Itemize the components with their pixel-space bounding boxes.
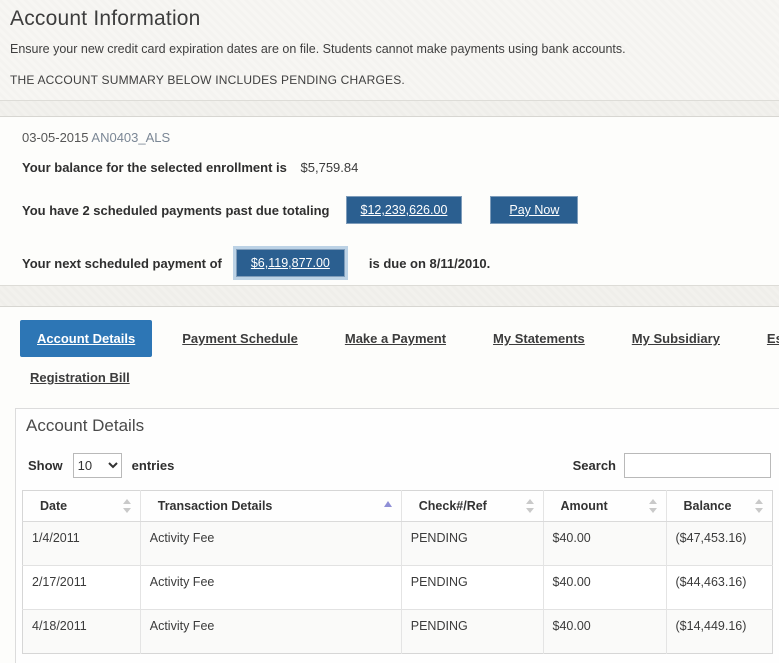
account-details-panel: Account Details Show 10 entries Search D…	[15, 408, 779, 663]
search-label: Search	[572, 458, 616, 473]
balance-line: Your balance for the selected enrollment…	[22, 160, 757, 175]
enrollment-date: 03-05-2015	[22, 130, 89, 145]
column-label: Amount	[560, 499, 608, 513]
past-due-label: You have 2 scheduled payments past due t…	[22, 202, 330, 218]
past-due-line: You have 2 scheduled payments past due t…	[22, 196, 757, 224]
next-payment-due-text: is due on 8/11/2010.	[368, 255, 491, 271]
cell-amount: $40.00	[542, 609, 666, 654]
column-label: Check#/Ref	[418, 499, 487, 513]
cell-transaction-details: Activity Fee	[139, 565, 402, 610]
pending-charges-note: THE ACCOUNT SUMMARY BELOW INCLUDES PENDI…	[10, 73, 405, 87]
tab-account-details[interactable]: Account Details	[20, 320, 153, 357]
enrollment-line: 03-05-2015 AN0403_ALS	[22, 130, 757, 145]
cell-balance: ($44,463.16)	[665, 565, 773, 610]
past-due-amount-button[interactable]: $12,239,626.00	[345, 196, 463, 224]
tab-bar: Account Details Payment Schedule Make a …	[0, 307, 779, 408]
column-label: Date	[40, 499, 68, 513]
cell-balance: ($47,453.16)	[665, 521, 773, 566]
cell-transaction-details: Activity Fee	[139, 521, 402, 566]
cell-balance: ($14,449.16)	[665, 609, 773, 654]
search-controls: Search	[573, 453, 771, 478]
sort-icon	[648, 498, 658, 514]
search-input[interactable]	[624, 453, 771, 478]
sort-icon	[122, 498, 132, 514]
cell-amount: $40.00	[542, 565, 666, 610]
page-title: Account Information	[10, 7, 201, 30]
page-header: Account Information Ensure your new cred…	[0, 0, 779, 100]
cell-amount: $40.00	[542, 521, 666, 566]
tab-estimated-tuition-discounts[interactable]: Estimated Tuition Discounts	[767, 320, 779, 357]
column-header-check-ref[interactable]: Check#/Ref	[400, 490, 543, 522]
balance-label: Your balance for the selected enrollment…	[22, 160, 287, 175]
cell-check-ref: PENDING	[400, 609, 543, 654]
column-header-date[interactable]: Date	[22, 490, 141, 522]
cell-date: 2/17/2011	[32, 575, 87, 589]
table-row[interactable]: 2/17/2011 Activity Fee PENDING $40.00 ($…	[22, 565, 773, 610]
page-length-select[interactable]: 10	[72, 453, 122, 478]
table-controls: Show 10 entries Search	[22, 453, 773, 478]
panel-heading: Account Details	[26, 416, 145, 435]
tab-my-subsidiary[interactable]: My Subsidiary	[632, 320, 720, 357]
column-label: Balance	[683, 499, 732, 513]
cell-check-ref: PENDING	[400, 521, 543, 566]
table-header-row: Date Transaction Details Check#/Ref Amou…	[22, 490, 773, 522]
next-payment-line: Your next scheduled payment of $6,119,87…	[22, 249, 757, 277]
column-header-amount[interactable]: Amount	[542, 490, 666, 522]
separator-band	[0, 285, 779, 307]
sort-icon	[755, 498, 764, 514]
intro-text: Ensure your new credit card expiration d…	[10, 42, 626, 56]
cell-date: 1/4/2011	[32, 531, 80, 545]
tab-payment-schedule[interactable]: Payment Schedule	[182, 320, 298, 357]
next-payment-label: Your next scheduled payment of	[22, 255, 222, 271]
cell-date: 4/18/2011	[32, 619, 87, 633]
cell-check-ref: PENDING	[400, 565, 543, 610]
transactions-table: Date Transaction Details Check#/Ref Amou…	[22, 490, 773, 654]
column-label: Transaction Details	[157, 499, 273, 513]
table-footer: Showing 1 to 10 of 141 entries Previous …	[22, 654, 773, 663]
sort-icon	[525, 498, 535, 514]
account-code: AN0403_ALS	[91, 130, 171, 145]
show-label: Show	[28, 458, 63, 473]
tab-make-a-payment[interactable]: Make a Payment	[345, 320, 446, 357]
tab-registration-bill[interactable]: Registration Bill	[30, 359, 130, 396]
cell-transaction-details: Activity Fee	[139, 609, 402, 654]
column-header-transaction-details[interactable]: Transaction Details	[139, 490, 402, 522]
column-header-balance[interactable]: Balance	[665, 490, 773, 522]
tab-row-2: Registration Bill	[20, 359, 779, 396]
table-row[interactable]: 1/4/2011 Activity Fee PENDING $40.00 ($4…	[22, 521, 773, 566]
tab-row-1: Account Details Payment Schedule Make a …	[20, 320, 779, 357]
next-payment-amount-button[interactable]: $6,119,877.00	[235, 249, 345, 277]
separator-band	[0, 100, 779, 117]
table-row[interactable]: 4/18/2011 Activity Fee PENDING $40.00 ($…	[22, 609, 773, 654]
entries-label: entries	[131, 458, 175, 473]
tab-my-statements[interactable]: My Statements	[493, 320, 585, 357]
sort-asc-icon	[383, 500, 393, 509]
account-summary: 03-05-2015 AN0403_ALS Your balance for t…	[0, 117, 779, 285]
pay-now-button[interactable]: Pay Now	[490, 196, 579, 224]
balance-value: $5,759.84	[300, 160, 359, 175]
